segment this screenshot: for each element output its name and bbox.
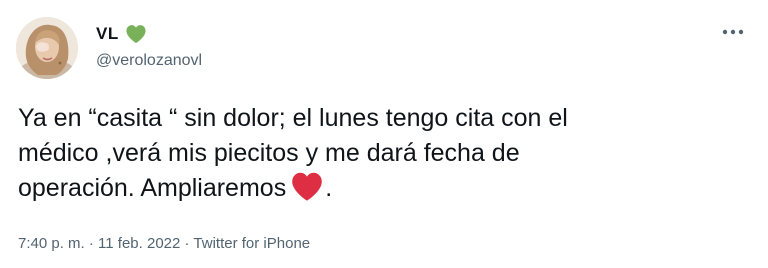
meta-separator: · [84,235,99,252]
author-handle[interactable]: @verolozanovl [96,52,202,70]
tweet-text-line-last: operación. Ampliaremos. [18,171,738,212]
avatar[interactable] [16,17,78,79]
more-horizontal-icon [722,29,744,35]
green-heart-icon [125,24,147,44]
tweet-text: Ya en “casita “ sin dolor; el lunes teng… [18,101,738,212]
red-heart-icon [290,171,324,212]
more-options-button[interactable] [720,22,746,42]
display-name[interactable]: VL [96,24,119,44]
meta-separator: · [180,235,194,252]
tweet-text-line: Ya en “casita “ sin dolor; el lunes teng… [18,104,568,132]
tweet-card: VL @verolozanovl Ya en “casita “ sin dol… [0,0,768,268]
tweet-time[interactable]: 7:40 p. m. [18,235,85,252]
tweet-date[interactable]: 11 feb. 2022 [98,235,180,252]
author-name-row: VL [96,24,147,44]
tweet-meta: 7:40 p. m. · 11 feb. 2022 · Twitter for … [18,235,310,252]
tweet-text-line: operación. Ampliaremos [18,174,287,202]
tweet-source[interactable]: Twitter for iPhone [193,235,310,252]
tweet-text-line: médico ,verá mis piecitos y me dará fech… [18,139,520,167]
tweet-trailing-text: . [325,174,333,202]
